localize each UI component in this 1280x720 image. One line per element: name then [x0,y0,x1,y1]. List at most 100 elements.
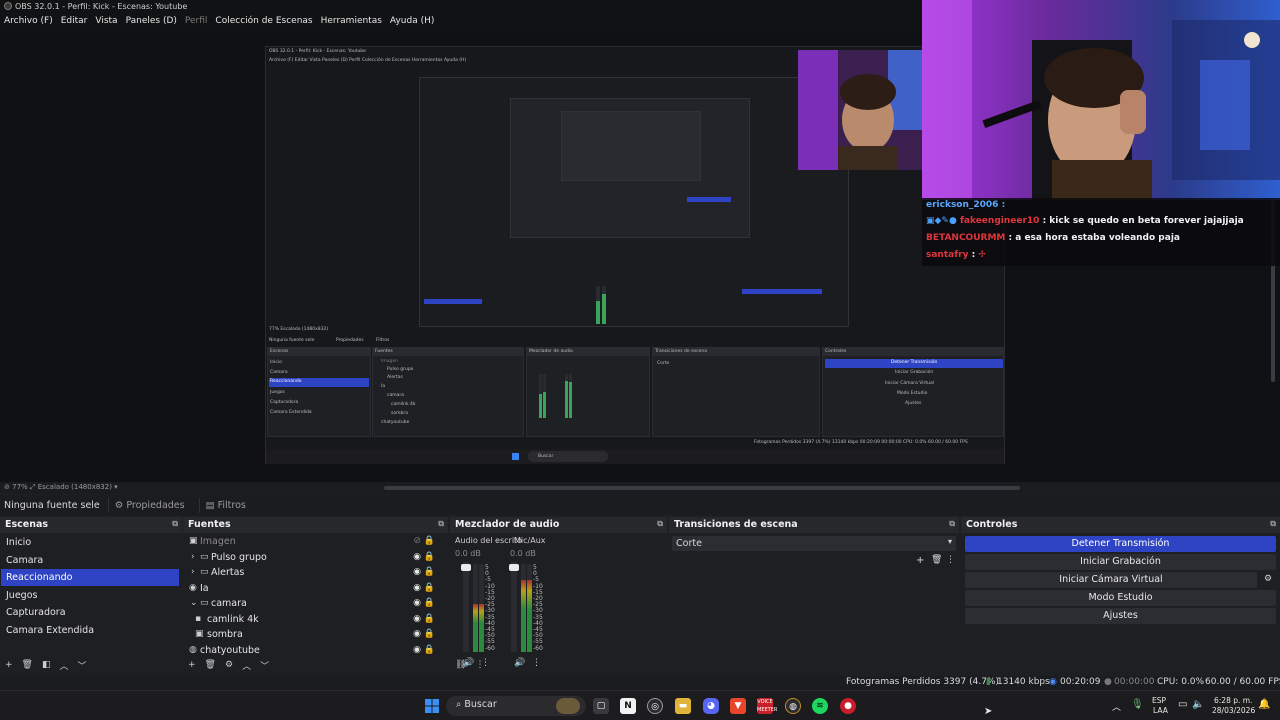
more-vertical-icon[interactable]: ⋮ [475,660,484,670]
menu-herramientas[interactable]: Herramientas [321,16,382,28]
expand-icon[interactable]: ⤢ [30,483,36,491]
source-item-ia[interactable]: ◉ Ia ◉ 🔒 [185,582,445,597]
clock-time[interactable]: 6:28 p. m. [1214,696,1252,705]
scene-item-juegos[interactable]: Juegos [1,587,179,604]
scene-item-reaccionando[interactable]: Reaccionando [1,569,179,586]
remove-source-icon[interactable]: 🗑 [205,660,216,670]
stop-stream-button[interactable]: Detener Transmisión [965,536,1276,552]
chevron-down-icon[interactable]: ▾ [948,537,952,546]
obs-icon[interactable]: ◎ [647,698,663,714]
link-icon[interactable]: ⛓ [455,660,466,670]
language-label[interactable]: ESP [1152,696,1166,705]
volume-slider-desktop[interactable] [461,562,471,652]
scene-item-camara[interactable]: Camara [1,552,179,569]
notification-icon[interactable]: 🔔 [1258,699,1270,710]
source-item-camlink[interactable]: ▪ camlink 4k ◉ 🔒 [185,613,445,628]
menu-vista[interactable]: Vista [95,16,117,28]
chevron-right-icon[interactable]: › [191,567,195,577]
volume-slider-handle[interactable] [461,564,471,571]
undock-icon[interactable]: ⧉ [949,519,955,529]
keyboard-layout-label[interactable]: LAA [1153,706,1168,715]
task-view-icon[interactable]: ▢ [593,698,609,714]
more-vertical-icon[interactable]: ⋮ [946,555,955,565]
scene-item-capturadora[interactable]: Capturadora [1,604,179,621]
start-recording-button[interactable]: Iniciar Grabación [965,554,1276,570]
eye-icon[interactable]: ◉ [413,614,421,624]
brave-icon[interactable]: ▼ [730,698,746,714]
undock-icon[interactable]: ⧉ [438,519,444,529]
search-highlight-icon[interactable] [556,698,580,714]
eye-off-icon[interactable]: ⊘ [413,536,421,546]
eye-off-icon[interactable]: ⊘ [4,483,10,491]
studio-mode-button[interactable]: Modo Estudio [965,590,1276,606]
recorder-icon[interactable]: ● [840,698,856,714]
source-item-imagen[interactable]: ▣ Imagen ⊘ 🔒 [185,535,445,550]
lock-icon[interactable]: 🔒 [424,645,435,655]
scene-filters-icon[interactable]: ◧ [42,660,51,670]
lock-icon[interactable]: 🔒 [424,583,435,593]
eye-icon[interactable]: ◉ [413,567,421,577]
volume-icon[interactable]: 🔈 [1192,699,1204,710]
spotify-icon[interactable]: ≋ [812,698,828,714]
microphone-icon[interactable]: 🎙 [1131,699,1144,710]
eye-icon[interactable]: ◉ [413,629,421,639]
lock-icon[interactable]: 🔒 [424,567,435,577]
menu-archivo[interactable]: Archivo (F) [4,16,53,28]
lock-icon[interactable]: 🔒 [424,552,435,562]
undock-icon[interactable]: ⧉ [1270,519,1276,529]
remove-transition-icon[interactable]: 🗑 [931,555,942,565]
preview-horizontal-scrollbar[interactable] [384,486,1020,490]
menu-coleccion-escenas[interactable]: Colección de Escenas [215,16,312,28]
source-item-sombra[interactable]: ▣ sombra ◉ 🔒 [185,628,445,643]
source-settings-icon[interactable]: ⚙ [225,660,233,670]
network-icon[interactable]: ▭ [1178,699,1187,710]
clock-date[interactable]: 28/03/2026 [1212,706,1255,715]
lock-icon[interactable]: 🔒 [424,536,435,546]
transition-select[interactable]: Corte ▾ [672,536,956,551]
properties-button[interactable]: ⚙ Propiedades [107,497,191,513]
lock-icon[interactable]: 🔒 [424,629,435,639]
filters-button[interactable]: ▤ Filtros [198,497,252,513]
add-scene-icon[interactable]: + [5,660,13,670]
lock-icon[interactable]: 🔒 [424,598,435,608]
chevron-down-icon[interactable]: ⌄ [190,598,198,608]
menu-ayuda[interactable]: Ayuda (H) [390,16,434,28]
move-up-icon[interactable]: ︿ [60,659,69,672]
chevron-right-icon[interactable]: › [191,552,195,562]
chevron-down-icon[interactable]: ▾ [114,483,118,491]
undock-icon[interactable]: ⧉ [657,519,663,529]
voice-meeter-icon[interactable]: VOICE MEETER [757,698,777,714]
settings-button[interactable]: Ajustes [965,608,1276,624]
add-transition-icon[interactable]: + [916,555,924,566]
menu-editar[interactable]: Editar [61,16,88,28]
discord-icon[interactable]: ◕ [703,698,719,714]
scene-item-camara-extendida[interactable]: Camara Extendida [1,622,179,639]
move-down-icon[interactable]: ﹀ [260,659,269,672]
windows-start-icon[interactable] [424,698,440,714]
eye-icon[interactable]: ◉ [413,552,421,562]
eye-icon[interactable]: ◉ [413,583,421,593]
source-item-alertas[interactable]: › ▭ Alertas ◉ 🔒 [185,566,445,581]
notion-icon[interactable]: N [620,698,636,714]
add-source-icon[interactable]: + [188,660,196,670]
volume-slider-mic[interactable] [509,562,519,652]
undock-icon[interactable]: ⧉ [172,519,178,529]
scaling-label[interactable]: Escalado (1480x832) [38,483,112,491]
menu-paneles[interactable]: Paneles (D) [126,16,177,28]
source-item-pulso-grupo[interactable]: › ▭ Pulso grupo ◉ 🔒 [185,551,445,566]
eye-icon[interactable]: ◉ [413,645,421,655]
menu-perfil[interactable]: Perfil [185,16,208,28]
move-down-icon[interactable]: ﹀ [78,659,87,672]
scene-item-inicio[interactable]: Inicio [1,534,179,551]
start-virtual-camera-button[interactable]: Iniciar Cámara Virtual [965,572,1257,588]
remove-scene-icon[interactable]: 🗑 [22,660,33,670]
move-up-icon[interactable]: ︿ [242,659,251,672]
file-explorer-icon[interactable]: ▬ [675,698,691,714]
app-icon[interactable]: ◍ [785,698,801,714]
virtual-camera-settings-icon[interactable]: ⚙ [1264,574,1272,584]
lock-icon[interactable]: 🔒 [424,614,435,624]
volume-slider-handle[interactable] [509,564,519,571]
eye-icon[interactable]: ◉ [413,598,421,608]
source-item-camara[interactable]: ⌄ ▭ camara ◉ 🔒 [185,597,445,612]
chevron-up-icon[interactable]: ︿ [1112,700,1121,713]
